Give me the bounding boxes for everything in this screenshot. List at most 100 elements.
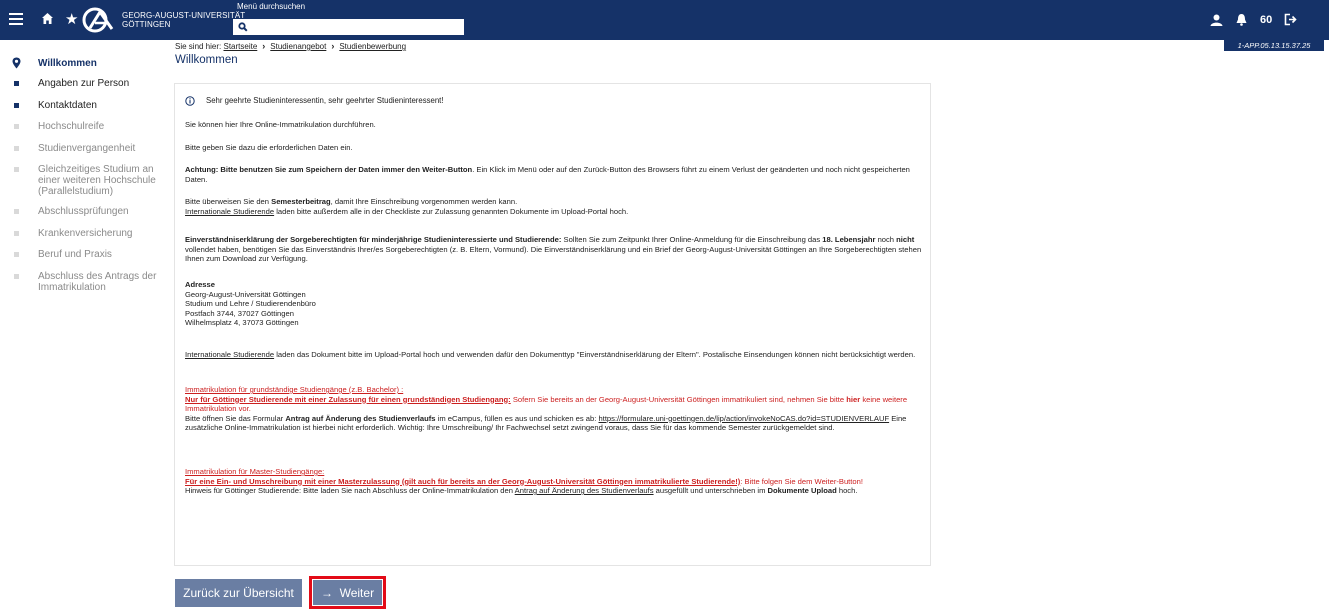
address-title: Adresse [185, 280, 215, 289]
bell-icon[interactable] [1235, 13, 1248, 29]
sidebar-item-abschluss-des-antrags[interactable]: Abschluss des Antrags der Immatrikulatio… [14, 271, 164, 293]
page-title: Willkommen [175, 54, 238, 66]
step-done-icon [14, 81, 19, 86]
address-line: Wilhelmsplatz 4, 37073 Göttingen [185, 318, 299, 327]
intl-students-link[interactable]: Internationale Studierende [185, 207, 274, 216]
breadcrumb: Sie sind hier: Startseite › Studienangebot… [175, 41, 406, 51]
menu-search-label: Menü durchsuchen [237, 2, 306, 11]
step-open-icon [14, 252, 19, 257]
home-icon[interactable] [41, 12, 54, 28]
studienverlauf-form-link[interactable]: https://formulare.uni-goettingen.de/lip/… [598, 414, 889, 423]
bachelor-heading: Immatrikulation für grundständige Studie… [185, 385, 404, 394]
intl-upload-text: laden das Dokument bitte im Upload-Porta… [274, 350, 916, 359]
bachelor-red-a: Sofern Sie bereits an der Georg-August-U… [510, 394, 847, 404]
sidebar-item-label: Gleichzeitiges Studium an einer weiteren… [38, 164, 156, 197]
welcome-content-box: Sehr geehrte Studieninteressentin, sehr … [174, 83, 931, 566]
university-name-line2: GÖTTINGEN [122, 20, 171, 29]
server-id-label: 1-APP.05.13.15.37.25 [1224, 40, 1324, 51]
hamburger-menu-icon[interactable] [9, 13, 23, 25]
university-name: GEORG-AUGUST-UNIVERSITÄT GÖTTINGEN [122, 11, 245, 29]
sidebar-item-beruf-und-praxis[interactable]: Beruf und Praxis [14, 249, 164, 260]
sidebar-item-angaben-zur-person[interactable]: Angaben zur Person [14, 78, 164, 89]
fee-bold: Semesterbeitrag [271, 197, 331, 206]
sidebar-item-abschlusspruefungen[interactable]: Abschlussprüfungen [14, 206, 164, 217]
step-open-icon [14, 209, 19, 214]
consent-age: 18. Lebensjahr [822, 235, 876, 244]
sidebar-item-kontaktdaten[interactable]: Kontaktdaten [14, 100, 164, 111]
user-icon[interactable] [1210, 14, 1223, 29]
next-button[interactable]: → Weiter [313, 580, 382, 605]
master-hint-a: Hinweis für Göttinger Studierende: Bitte… [185, 486, 515, 495]
next-button-label: Weiter [339, 585, 375, 600]
step-open-icon [14, 167, 19, 172]
location-pin-icon [12, 57, 21, 72]
sidebar-item-label: Abschluss des Antrags der Immatrikulatio… [38, 271, 157, 293]
master-bold: Für eine Ein- und Umschreibung mit einer… [185, 476, 741, 486]
step-open-icon [14, 124, 19, 129]
fee-text-a: Bitte überweisen Sie den [185, 197, 272, 206]
intl-upload-paragraph: Internationale Studierende laden das Dok… [185, 350, 925, 360]
university-name-line1: GEORG-AUGUST-UNIVERSITÄT [122, 11, 246, 20]
warning-bold: Achtung: Bitte benutzen Sie zum Speicher… [185, 165, 473, 174]
consent-bold: Einverständniserklärung der Sorgeberecht… [185, 235, 562, 244]
sidebar-item-krankenversicherung[interactable]: Krankenversicherung [14, 228, 164, 239]
master-heading: Immatrikulation für Master-Studiengänge: [185, 467, 325, 476]
greeting-text: Sehr geehrte Studieninteressentin, sehr … [206, 96, 444, 105]
favorite-star-icon[interactable]: ★ [65, 10, 78, 28]
intl-students-link-2[interactable]: Internationale Studierende [185, 350, 274, 359]
notification-count[interactable]: 60 [1260, 14, 1272, 26]
step-open-icon [14, 146, 19, 151]
bachelor-form-b: im eCampus, füllen es aus und schicken e… [435, 413, 599, 423]
intro-text: Sie können hier Ihre Online-Immatrikulat… [185, 120, 376, 129]
bachelor-form-a: Bitte öffnen Sie das Formular [185, 413, 286, 423]
bachelor-form-bold: Antrag auf Änderung des Studienverlaufs [285, 413, 436, 423]
sidebar-item-label: Willkommen [38, 58, 97, 69]
fee-paragraph: Bitte überweisen Sie den Semesterbeitrag… [185, 197, 925, 216]
menu-search-input[interactable] [233, 19, 464, 35]
university-logo[interactable] [81, 6, 119, 34]
consent-text-a: Sollten Sie zum Zeitpunkt Ihrer Online-A… [561, 235, 823, 244]
consent-text-c: noch [875, 235, 897, 244]
logout-icon[interactable] [1284, 13, 1298, 29]
sidebar-item-parallelstudium[interactable]: Gleichzeitiges Studium an einer weiteren… [14, 164, 164, 197]
address-line: Studium und Lehre / Studierendenbüro [185, 299, 316, 308]
address-line: Georg-August-Universität Göttingen [185, 289, 306, 299]
bachelor-section: Immatrikulation für grundständige Studie… [185, 385, 925, 433]
breadcrumb-link-startseite[interactable]: Startseite [223, 42, 257, 51]
sidebar-item-hochschulreife[interactable]: Hochschulreife [14, 121, 164, 132]
sidebar-item-studienvergangenheit[interactable]: Studienvergangenheit [14, 143, 164, 154]
studienverlauf-link[interactable]: Antrag auf Änderung des Studienverlaufs [515, 486, 654, 495]
step-open-icon [14, 274, 19, 279]
back-to-overview-button[interactable]: Zurück zur Übersicht [175, 579, 302, 607]
address-line: Postfach 3744, 37027 Göttingen [185, 308, 294, 318]
search-icon [238, 22, 248, 35]
address-block: Adresse Georg-August-Universität Götting… [185, 280, 925, 328]
consent-text-d: vollendet haben, benötigen Sie das Einve… [185, 244, 922, 264]
sidebar-item-label: Angaben zur Person [38, 78, 130, 89]
sidebar-item-willkommen[interactable]: Willkommen [12, 57, 164, 72]
master-red: : Bitte folgen Sie dem Weiter-Button! [740, 476, 863, 486]
breadcrumb-link-studienbewerbung[interactable]: Studienbewerbung [339, 42, 406, 51]
bachelor-red-bold: hier [846, 394, 861, 404]
intl-students-text: laden bitte außerdem alle in der Checkli… [274, 206, 629, 216]
arrow-right-icon: → [320, 585, 333, 600]
sidebar-item-label: Beruf und Praxis [38, 249, 112, 260]
sidebar-item-label: Hochschulreife [38, 121, 105, 132]
warning-paragraph: Achtung: Bitte benutzen Sie zum Speicher… [185, 165, 925, 184]
consent-paragraph: Einverständniserklärung der Sorgeberecht… [185, 235, 925, 264]
master-hint-b: ausgefüllt und unterschrieben im [653, 486, 768, 495]
consent-not: nicht [896, 235, 915, 244]
data-hint-text: Bitte geben Sie dazu die erforderlichen … [185, 143, 353, 152]
info-icon [185, 96, 195, 109]
step-done-icon [14, 103, 19, 108]
master-hint-bold: Dokumente Upload [767, 486, 837, 495]
breadcrumb-separator-icon: › [331, 41, 335, 51]
breadcrumb-separator-icon: › [262, 41, 266, 51]
step-open-icon [14, 231, 19, 236]
breadcrumb-link-studienangebot[interactable]: Studienangebot [270, 42, 326, 51]
fee-text-b: , damit Ihre Einschreibung vorgenommen w… [330, 197, 518, 206]
master-hint-c: hoch. [836, 486, 858, 495]
top-header-bar: ★ GEORG-AUGUST-UNIVERSITÄT GÖTTINGEN Men… [0, 0, 1329, 40]
sidebar-item-label: Abschlussprüfungen [38, 206, 129, 217]
sidebar-item-label: Krankenversicherung [38, 228, 133, 239]
